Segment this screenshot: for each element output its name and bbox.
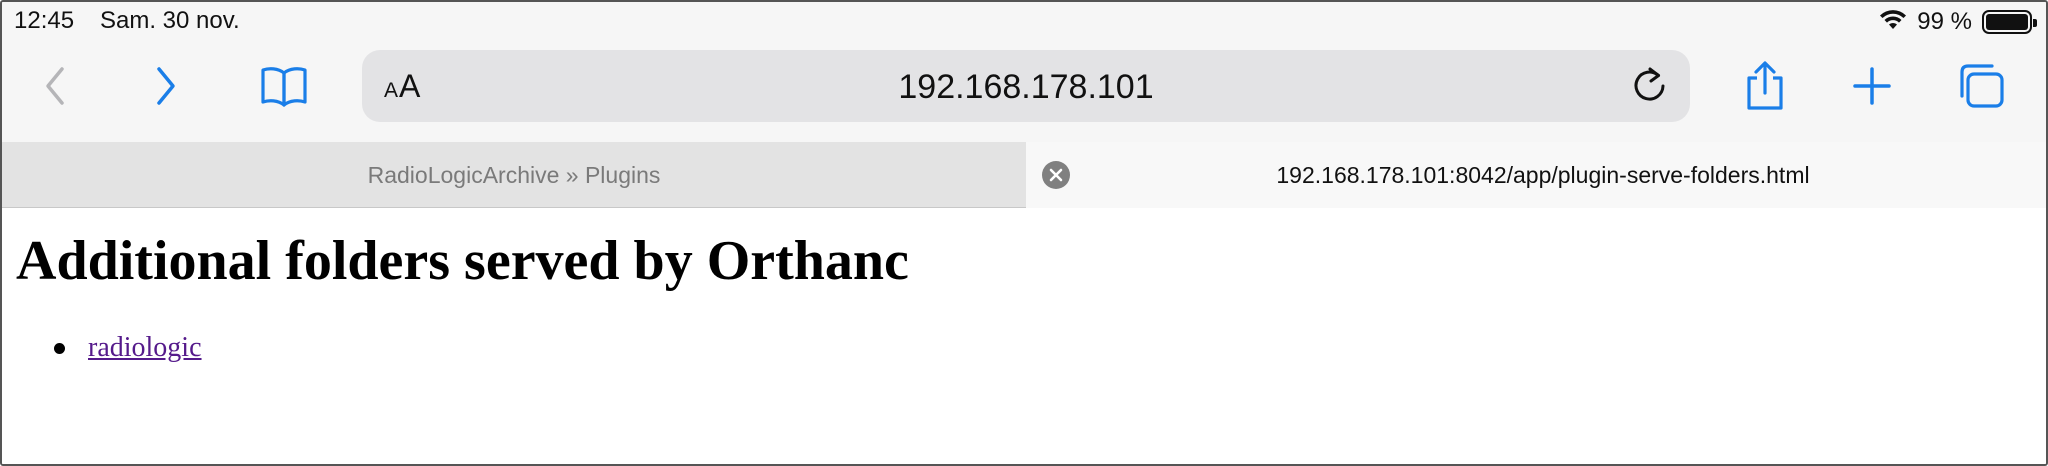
tab-plugin-serve-folders[interactable]: 192.168.178.101:8042/app/plugin-serve-fo… (1026, 142, 2046, 208)
browser-toolbar: AA 192.168.178.101 (2, 42, 2046, 142)
battery-icon (1982, 10, 2037, 34)
tab-radiologicarchive-plugins[interactable]: RadioLogicArchive » Plugins (2, 142, 1026, 208)
forward-button[interactable] (135, 58, 195, 114)
status-time: 12:45 (14, 7, 75, 34)
folder-link-radiologic[interactable]: radiologic (88, 332, 202, 364)
tabs-icon (1960, 64, 2004, 108)
status-date: Sam. 30 nov. (100, 7, 240, 34)
tab-label: RadioLogicArchive » Plugins (367, 161, 661, 188)
share-button[interactable] (1735, 58, 1795, 114)
plus-icon (1853, 67, 1891, 105)
chevron-right-icon (157, 67, 175, 105)
reload-icon[interactable] (1630, 66, 1670, 106)
page-title: Additional folders served by Orthanc (16, 230, 909, 292)
tab-overview-button[interactable] (1952, 58, 2012, 114)
close-icon (1049, 168, 1063, 182)
status-indicators: 99 % (1879, 7, 2037, 37)
address-bar[interactable]: AA 192.168.178.101 (362, 50, 1690, 122)
list-item: radiologic (54, 332, 202, 364)
tab-label: 192.168.178.101:8042/app/plugin-serve-fo… (1276, 161, 1810, 188)
back-button[interactable] (26, 58, 86, 114)
status-bar: 12:45 Sam. 30 nov. 99 % (2, 2, 2046, 42)
url-text: 192.168.178.101 (898, 68, 1154, 106)
new-tab-button[interactable] (1842, 58, 1902, 114)
bullet (54, 342, 65, 354)
browser-window: 12:45 Sam. 30 nov. 99 % AA 192.168.178.1… (0, 0, 2048, 466)
battery-percentage: 99 % (1917, 8, 1972, 35)
page-content: Additional folders served by Orthanc rad… (2, 209, 2046, 464)
chevron-left-icon (46, 67, 64, 105)
share-icon (1747, 61, 1783, 110)
close-tab-button[interactable] (1042, 161, 1070, 189)
wifi-icon (1879, 9, 1907, 36)
tab-bar: RadioLogicArchive » Plugins 192.168.178.… (2, 142, 2046, 208)
book-icon (261, 67, 307, 107)
folder-list: radiologic (54, 332, 202, 364)
bookmarks-button[interactable] (254, 58, 314, 114)
